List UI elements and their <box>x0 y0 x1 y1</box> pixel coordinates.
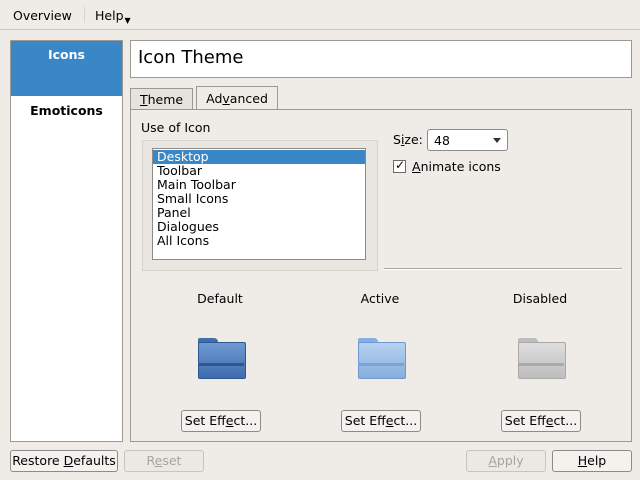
tab-advanced-label-post: anced <box>229 91 268 106</box>
list-item[interactable]: Main Toolbar <box>153 178 365 192</box>
animate-label-key: A <box>412 159 421 174</box>
state-label-default: Default <box>197 291 243 306</box>
state-label-active: Active <box>360 291 400 306</box>
check-icon: ✓ <box>395 158 406 172</box>
list-item[interactable]: Panel <box>153 206 365 220</box>
animate-icons-checkbox[interactable]: ✓ <box>393 158 406 173</box>
set-effect-label-key: e <box>545 413 554 428</box>
size-label-post: ze: <box>404 132 423 147</box>
reset-label-pre: R <box>146 453 155 468</box>
list-item[interactable]: Small Icons <box>153 192 365 206</box>
menu-overview[interactable]: Overview <box>13 8 72 23</box>
help-label-post: elp <box>587 453 607 468</box>
size-select[interactable]: 48 <box>427 129 508 151</box>
set-effect-label-key: e <box>385 413 394 428</box>
sidebar: Icons Emoticons <box>10 40 123 442</box>
list-item[interactable]: Desktop <box>153 150 365 164</box>
menu-separator <box>84 7 85 23</box>
set-effect-label-pre: Set Eff <box>184 413 226 428</box>
set-effect-default-button[interactable]: Set Effect... <box>181 410 261 432</box>
separator <box>384 268 622 270</box>
set-effect-label-post: ct... <box>393 413 418 428</box>
reset-label-post: set <box>162 453 182 468</box>
menubar: Overview Help▼ <box>0 0 640 30</box>
set-effect-disabled-button[interactable]: Set Effect... <box>501 410 581 432</box>
list-item[interactable]: Toolbar <box>153 164 365 178</box>
set-effect-active-button[interactable]: Set Effect... <box>341 410 421 432</box>
tab-advanced[interactable]: Advanced <box>196 86 278 109</box>
tab-theme[interactable]: Theme <box>130 88 193 110</box>
help-button[interactable]: Help <box>552 450 632 472</box>
restore-label-key: D <box>63 453 74 468</box>
use-of-icon-label: Use of Icon <box>141 120 211 135</box>
menu-help[interactable]: Help▼ <box>95 8 131 25</box>
size-label-pre: S <box>393 132 401 147</box>
set-effect-label-pre: Set Eff <box>504 413 546 428</box>
list-item[interactable]: All Icons <box>153 234 365 248</box>
size-value: 48 <box>434 133 450 148</box>
folder-icon <box>518 338 566 379</box>
apply-button[interactable]: Apply <box>466 450 546 472</box>
animate-label-rest: nimate icons <box>420 159 501 174</box>
size-label: Size: <box>393 132 423 147</box>
restore-label-pre: Restore <box>12 453 64 468</box>
tab-advanced-label-key: v <box>222 91 230 106</box>
set-effect-label-post: ct... <box>553 413 578 428</box>
set-effect-label-pre: Set Eff <box>344 413 386 428</box>
folder-icon <box>198 338 246 379</box>
set-effect-label-key: e <box>225 413 234 428</box>
page-title-box: Icon Theme <box>130 40 632 78</box>
state-label-disabled: Disabled <box>512 291 568 306</box>
apply-label-key: A <box>488 453 497 468</box>
icon-usage-list[interactable]: Desktop Toolbar Main Toolbar Small Icons… <box>152 148 366 260</box>
apply-label-post: pply <box>496 453 524 468</box>
reset-button[interactable]: Reset <box>124 450 204 472</box>
page-title: Icon Theme <box>138 47 244 68</box>
chevron-down-icon: ▼ <box>124 16 131 25</box>
set-effect-label-post: ct... <box>233 413 258 428</box>
animate-icons-label[interactable]: Animate icons <box>412 159 501 174</box>
tab-theme-label-key: T <box>139 92 148 107</box>
tab-theme-label-post: heme <box>147 92 184 107</box>
list-item[interactable]: Dialogues <box>153 220 365 234</box>
menu-help-label: Help <box>95 8 124 23</box>
restore-defaults-button[interactable]: Restore Defaults <box>10 450 118 472</box>
chevron-down-icon <box>493 138 501 143</box>
folder-icon <box>358 338 406 379</box>
sidebar-item-emoticons[interactable]: Emoticons <box>11 103 122 118</box>
restore-label-post: efaults <box>73 453 116 468</box>
help-label-key: H <box>577 453 588 468</box>
tab-advanced-label-pre: Ad <box>206 91 223 106</box>
sidebar-item-icons[interactable]: Icons <box>11 41 122 96</box>
